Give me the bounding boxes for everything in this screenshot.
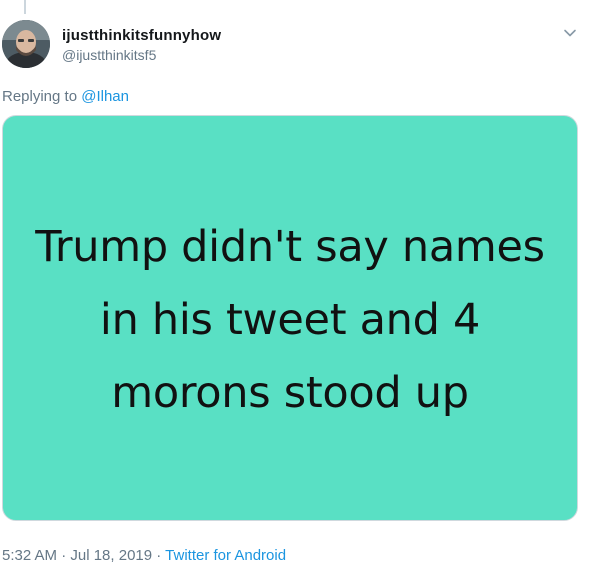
chevron-down-icon[interactable] [563, 26, 577, 40]
avatar-photo-icon [2, 20, 50, 68]
replying-to-line: Replying to @Ilhan [2, 87, 129, 106]
replying-to-label: Replying to [2, 88, 78, 105]
tweet-metadata: 5:32 AM · Jul 18, 2019 · Twitter for And… [2, 546, 286, 565]
tweet-timestamp[interactable]: 5:32 AM · Jul 18, 2019 · [2, 547, 161, 564]
display-name[interactable]: ijustthinkitsfunnyhow [62, 26, 221, 45]
media-caption-text: Trump didn't say names in his tweet and … [35, 221, 545, 418]
replying-to-link[interactable]: @Ilhan [81, 88, 129, 105]
tweet-source-link[interactable]: Twitter for Android [165, 547, 286, 564]
tweet-media-image[interactable]: Trump didn't say names in his tweet and … [2, 115, 578, 521]
avatar[interactable] [2, 20, 50, 68]
thread-connector-line [24, 0, 26, 14]
user-handle[interactable]: @ijustthinkitsf5 [62, 46, 221, 64]
tweet-author[interactable]: ijustthinkitsfunnyhow @ijustthinkitsf5 [62, 26, 221, 64]
